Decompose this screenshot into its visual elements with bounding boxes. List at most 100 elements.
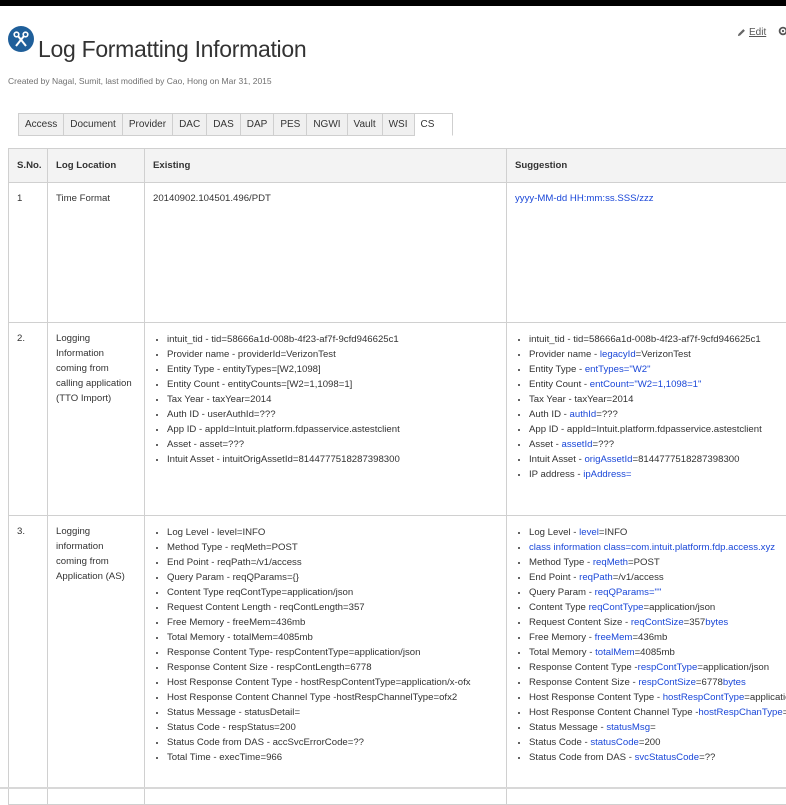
existing-item: Auth ID - userAuthId=??? [167, 407, 498, 422]
suggested-key[interactable]: reqPath [579, 572, 613, 583]
suggestion-item: class information class=com.intuit.platf… [529, 540, 778, 555]
suggestion-text: =application/x-ofx [744, 692, 786, 703]
existing-item: Total Time - execTime=966 [167, 750, 498, 765]
suggested-key[interactable]: statusCode [590, 737, 639, 748]
suggested-key[interactable]: hostRespChanType [698, 707, 782, 718]
suggestion-text: Host Response Content Type - [529, 692, 663, 703]
suggested-key[interactable]: reqContType [589, 602, 644, 613]
suggested-key[interactable]: class information class=com.intuit.platf… [529, 542, 775, 553]
suggestion-item: Host Response Content Channel Type -host… [529, 705, 778, 720]
cell-existing: intuit_tid - tid=58666a1d-008b-4f23-af7f… [145, 323, 507, 516]
suggested-key[interactable]: respContType [638, 662, 698, 673]
tab-provider[interactable]: Provider [123, 114, 173, 136]
suggested-key[interactable]: totalMem [595, 647, 634, 658]
suggestion-item: Entity Count - entCount="W2=1,1098=1" [529, 377, 778, 392]
table-header-row: S.No. Log Location Existing Suggestion [9, 149, 786, 183]
suggestion-item: Log Level - level=INFO [529, 525, 778, 540]
suggested-key[interactable]: reqContSize [631, 617, 684, 628]
suggestion-text: Tax Year - taxYear=2014 [529, 394, 633, 405]
existing-item: Asset - asset=??? [167, 437, 498, 452]
tab-dac[interactable]: DAC [173, 114, 207, 136]
suggestion-text: Free Memory - [529, 632, 595, 643]
tab-das[interactable]: DAS [207, 114, 241, 136]
existing-item: Intuit Asset - intuitOrigAssetId=8144777… [167, 452, 498, 467]
suggestion-text: Response Content Type - [529, 662, 638, 673]
tab-dap[interactable]: DAP [241, 114, 275, 136]
suggested-key[interactable]: entTypes="W2" [585, 364, 651, 375]
suggestion-text: Method Type - [529, 557, 593, 568]
tab-pes[interactable]: PES [274, 114, 307, 136]
suggestion-item: yyyy-MM-dd HH:mm:ss.SSS/zzz [515, 191, 778, 206]
suggestion-text: Status Code - [529, 737, 590, 748]
suggestion-item: Response Content Type -respContType=appl… [529, 660, 778, 675]
suggested-key[interactable]: bytes [705, 617, 728, 628]
suggestion-text: =VerizonTest [636, 349, 691, 360]
suggested-key[interactable]: origAssetId [584, 454, 632, 465]
suggested-key[interactable]: reqQParams="" [595, 587, 662, 598]
gear-icon[interactable] [778, 26, 786, 39]
existing-item: App ID - appId=Intuit.platform.fdpasserv… [167, 422, 498, 437]
suggestion-item: Query Param - reqQParams="" [529, 585, 778, 600]
suggested-key[interactable]: respContSize [638, 677, 696, 688]
existing-list: intuit_tid - tid=58666a1d-008b-4f23-af7f… [153, 332, 498, 467]
suggestion-text: =357 [684, 617, 706, 628]
suggestion-item: Status Message - statusMsg= [529, 720, 778, 735]
tab-access[interactable]: Access [19, 114, 64, 136]
suggestion-text: =application/json [697, 662, 769, 673]
suggestion-list: Log Level - level=INFO class information … [515, 525, 778, 765]
suggestion-item: Response Content Size - respContSize=677… [529, 675, 778, 690]
suggestion-item: Entity Type - entTypes="W2" [529, 362, 778, 377]
edit-button[interactable]: Edit [737, 27, 766, 38]
existing-item: Entity Type - entityTypes=[W2,1098] [167, 362, 498, 377]
existing-item: Status Code from DAS - accSvcErrorCode=?… [167, 735, 498, 750]
suggested-key[interactable]: svcStatusCode [635, 752, 700, 763]
suggestion-text: Asset - [529, 439, 562, 450]
suggestion-text: App ID - appId=Intuit.platform.fdpasserv… [529, 424, 762, 435]
tab-wsi[interactable]: WSI [383, 114, 415, 136]
suggested-key[interactable]: entCount="W2=1,1098=1" [590, 379, 702, 390]
suggestion-text: Auth ID - [529, 409, 570, 420]
suggested-key[interactable]: statusMsg [606, 722, 650, 733]
suggestion-text: =8144777518287398300 [632, 454, 739, 465]
suggested-key[interactable]: level [579, 527, 599, 538]
suggested-key[interactable]: ipAddress= [583, 469, 631, 480]
suggestion-text: End Point - [529, 572, 579, 583]
suggested-key[interactable]: freeMem [595, 632, 633, 643]
cell-existing: 20140902.104501.496/PDT [145, 183, 507, 323]
suggestion-text: Intuit Asset - [529, 454, 584, 465]
existing-item: Tax Year - taxYear=2014 [167, 392, 498, 407]
tab-document[interactable]: Document [64, 114, 123, 136]
cell-log-location: Time Format [48, 183, 145, 323]
existing-item: Status Message - statusDetail= [167, 705, 498, 720]
suggested-key[interactable]: bytes [723, 677, 746, 688]
suggestion-text: =/v1/access [613, 572, 664, 583]
suggestion-text: Entity Count - [529, 379, 590, 390]
cell-sno: 3. [9, 516, 48, 805]
header-suggestion: Suggestion [507, 149, 786, 183]
tab-ngwi[interactable]: NGWI [307, 114, 347, 136]
suggestion-item: Content Type reqContType=application/jso… [529, 600, 778, 615]
existing-item: Log Level - level=INFO [167, 525, 498, 540]
suggestion-item: Asset - assetId=??? [529, 437, 778, 452]
suggestion-item: Status Code from DAS - svcStatusCode=?? [529, 750, 778, 765]
suggestion-list: intuit_tid - tid=58666a1d-008b-4f23-af7f… [515, 332, 778, 482]
tab-cs[interactable]: CS [415, 114, 454, 136]
existing-item: Host Response Content Type - hostRespCon… [167, 675, 498, 690]
suggested-key[interactable]: hostRespContType [663, 692, 745, 703]
table-row: 3.Logging information coming from Applic… [9, 516, 786, 805]
tab-vault[interactable]: Vault [348, 114, 383, 136]
suggested-key[interactable]: yyyy-MM-dd HH:mm:ss.SSS/zzz [515, 193, 654, 204]
suggestion-text: IP address - [529, 469, 583, 480]
suggestion-text: =application/json [644, 602, 716, 613]
suggested-key[interactable]: legacyId [600, 349, 636, 360]
suggestion-text: =INFO [599, 527, 628, 538]
tab-bar: AccessDocumentProviderDACDASDAPPESNGWIVa… [18, 113, 453, 136]
existing-item: Content Type reqContType=application/jso… [167, 585, 498, 600]
suggested-key[interactable]: authId [570, 409, 597, 420]
suggestion-text: Response Content Size - [529, 677, 638, 688]
suggested-key[interactable]: assetId [562, 439, 593, 450]
suggestion-item: End Point - reqPath=/v1/access [529, 570, 778, 585]
pencil-icon [737, 28, 746, 37]
suggested-key[interactable]: reqMeth [593, 557, 628, 568]
table-row: 2.Logging Information coming from callin… [9, 323, 786, 516]
